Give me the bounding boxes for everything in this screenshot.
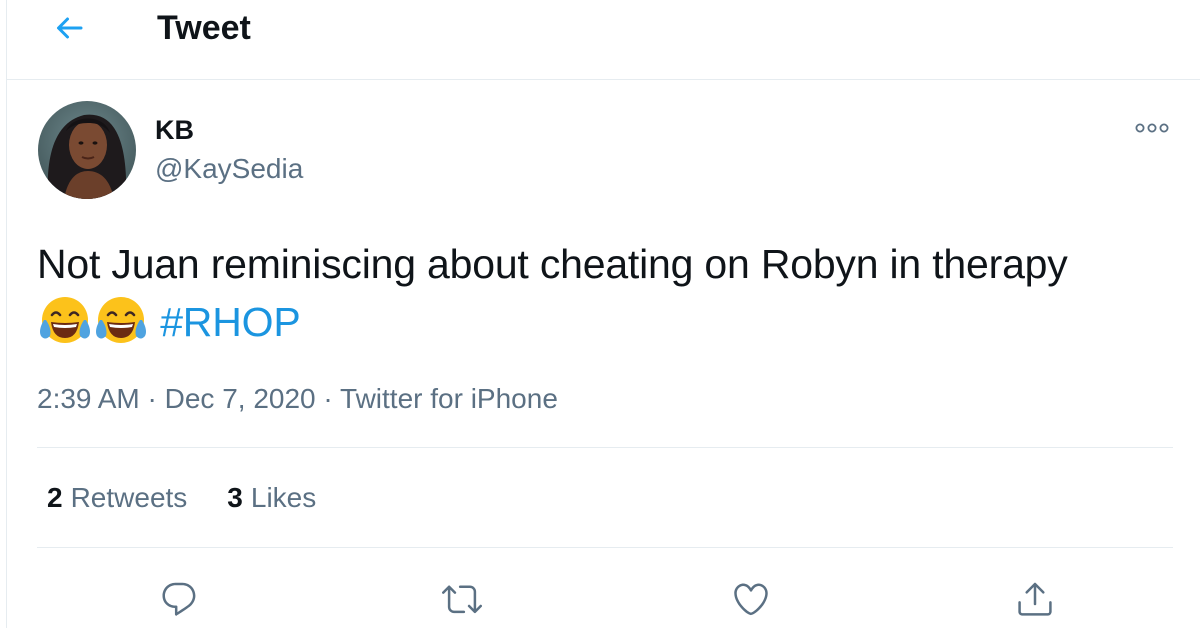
heart-icon bbox=[734, 583, 768, 616]
divider bbox=[37, 447, 1173, 448]
retweet-icon bbox=[442, 585, 482, 614]
reply-button[interactable] bbox=[154, 574, 204, 624]
tears-of-joy-emoji-icon bbox=[37, 294, 93, 346]
tweet-text: Not Juan reminiscing about cheating on R… bbox=[37, 241, 1068, 287]
tweet-stats: 2 Retweets 3 Likes bbox=[47, 480, 316, 516]
retweet-button[interactable] bbox=[437, 574, 487, 624]
author-name[interactable]: KB bbox=[155, 113, 194, 147]
tears-of-joy-emoji-icon bbox=[93, 294, 149, 346]
tweet-source[interactable]: Twitter for iPhone bbox=[340, 383, 558, 414]
header-bar: Tweet bbox=[7, 0, 1200, 80]
likes-count: 3 bbox=[227, 482, 243, 513]
tweet-time[interactable]: 2:39 AM bbox=[37, 383, 140, 414]
divider bbox=[37, 547, 1173, 548]
retweets-label: Retweets bbox=[70, 482, 188, 513]
page-title: Tweet bbox=[157, 9, 251, 47]
tweet-body: Not Juan reminiscing about cheating on R… bbox=[37, 235, 1187, 351]
reply-icon bbox=[162, 582, 196, 616]
profile-photo-icon bbox=[38, 101, 136, 199]
action-bar bbox=[7, 570, 1200, 628]
share-button[interactable] bbox=[1010, 574, 1060, 624]
tweet-metadata: 2:39 AM · Dec 7, 2020 · Twitter for iPho… bbox=[37, 381, 558, 417]
separator: · bbox=[147, 383, 157, 414]
author-handle[interactable]: @KaySedia bbox=[155, 152, 303, 186]
retweets-count: 2 bbox=[47, 482, 63, 513]
more-horizontal-icon bbox=[1135, 123, 1169, 133]
retweets-stat[interactable]: 2 Retweets bbox=[47, 480, 187, 516]
arrow-left-icon bbox=[57, 17, 83, 39]
share-icon bbox=[1018, 582, 1052, 616]
back-button[interactable] bbox=[47, 8, 91, 48]
separator: · bbox=[323, 383, 333, 414]
more-options-button[interactable] bbox=[1132, 114, 1172, 142]
likes-stat[interactable]: 3 Likes bbox=[227, 480, 316, 516]
tweet-date[interactable]: Dec 7, 2020 bbox=[165, 383, 316, 414]
avatar[interactable] bbox=[38, 101, 136, 199]
like-button[interactable] bbox=[726, 574, 776, 624]
tweet-page: Tweet KB @KaySedia Not Juan reminiscing … bbox=[6, 0, 1200, 628]
likes-label: Likes bbox=[250, 482, 317, 513]
hashtag-link[interactable]: #RHOP bbox=[160, 299, 300, 345]
